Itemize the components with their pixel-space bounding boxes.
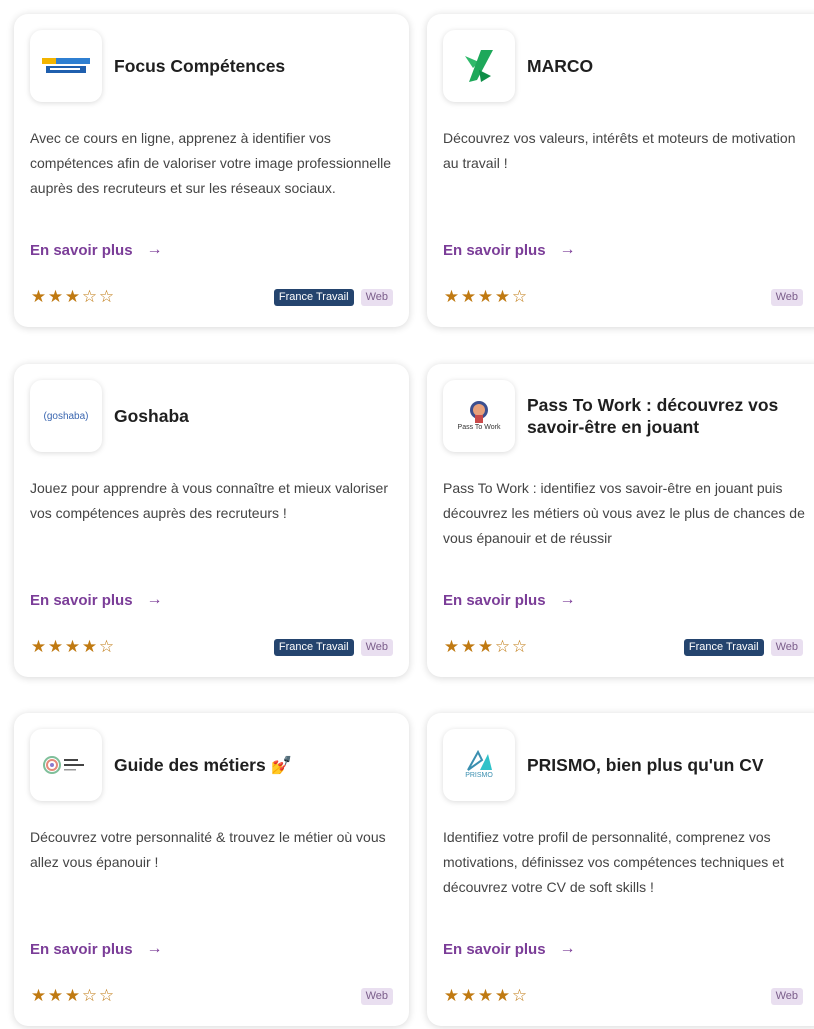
star-filled-icon: ★ — [81, 637, 98, 656]
card-pass-to-work: Pass To Work Pass To Work : découvrez vo… — [427, 364, 814, 677]
rating-stars: ★ ★ ★ ☆ ☆ — [443, 637, 528, 657]
learn-more-link[interactable]: En savoir plus → — [443, 238, 576, 262]
pass-to-work-logo-icon: Pass To Work — [443, 380, 515, 452]
guide-des-metiers-logo-icon — [30, 729, 102, 801]
star-filled-icon: ★ — [460, 287, 477, 306]
star-filled-icon: ★ — [64, 637, 81, 656]
learn-more-link[interactable]: En savoir plus → — [443, 937, 576, 961]
star-empty-icon: ☆ — [511, 637, 528, 656]
arrow-right-icon: → — [559, 241, 576, 258]
card-title: MARCO — [527, 56, 594, 76]
learn-more-label: En savoir plus — [443, 241, 546, 259]
star-filled-icon: ★ — [477, 287, 494, 306]
rating-stars: ★ ★ ★ ★ ☆ — [30, 637, 115, 657]
star-filled-icon: ★ — [460, 986, 477, 1005]
star-filled-icon: ★ — [494, 287, 511, 306]
star-filled-icon: ★ — [30, 986, 47, 1005]
star-empty-icon: ☆ — [98, 637, 115, 656]
goshaba-logo-text: (goshaba) — [43, 410, 89, 422]
star-filled-icon: ★ — [443, 287, 460, 306]
learn-more-label: En savoir plus — [30, 940, 133, 958]
badges: Web — [770, 289, 803, 306]
star-filled-icon: ★ — [47, 287, 64, 306]
card-description: Découvrez votre personnalité & trouvez l… — [30, 829, 386, 870]
learn-more-label: En savoir plus — [30, 241, 133, 259]
rating-stars: ★ ★ ★ ☆ ☆ — [30, 986, 115, 1006]
star-filled-icon: ★ — [460, 637, 477, 656]
star-empty-icon: ☆ — [81, 986, 98, 1005]
learn-more-link[interactable]: En savoir plus → — [30, 238, 163, 262]
badge-france-travail: France Travail — [273, 289, 354, 306]
star-filled-icon: ★ — [30, 637, 47, 656]
badge-web: Web — [770, 639, 803, 656]
badge-web: Web — [360, 289, 393, 306]
star-empty-icon: ☆ — [494, 637, 511, 656]
card-marco: MARCO Découvrez vos valeurs, intérêts et… — [427, 14, 814, 327]
learn-more-label: En savoir plus — [443, 591, 546, 609]
badges: France Travail Web — [683, 639, 803, 656]
arrow-right-icon: → — [559, 591, 576, 608]
goshaba-logo-icon: (goshaba) — [30, 380, 102, 452]
card-title: Focus Compétences — [114, 56, 286, 76]
prismo-logo-icon: PRISMO — [443, 729, 515, 801]
star-empty-icon: ☆ — [98, 986, 115, 1005]
card-title: Pass To Work : découvrez vos savoir-être… — [527, 395, 779, 437]
star-filled-icon: ★ — [443, 986, 460, 1005]
badges: Web — [770, 988, 803, 1005]
star-empty-icon: ☆ — [81, 287, 98, 306]
arrow-right-icon: → — [559, 940, 576, 957]
star-filled-icon: ★ — [494, 986, 511, 1005]
arrow-right-icon: → — [146, 591, 163, 608]
badges: France Travail Web — [273, 289, 393, 306]
badge-web: Web — [360, 988, 393, 1005]
card-description: Découvrez vos valeurs, intérêts et moteu… — [443, 130, 796, 171]
star-filled-icon: ★ — [47, 637, 64, 656]
marco-logo-icon — [443, 30, 515, 102]
rating-stars: ★ ★ ★ ☆ ☆ — [30, 287, 115, 307]
learn-more-link[interactable]: En savoir plus → — [30, 937, 163, 961]
rating-stars: ★ ★ ★ ★ ☆ — [443, 986, 528, 1006]
star-filled-icon: ★ — [477, 986, 494, 1005]
card-description: Pass To Work : identifiez vos savoir-êtr… — [443, 480, 805, 546]
star-filled-icon: ★ — [443, 637, 460, 656]
card-description: Jouez pour apprendre à vous connaître et… — [30, 480, 388, 521]
card-prismo: PRISMO PRISMO, bien plus qu'un CV Identi… — [427, 713, 814, 1026]
card-description: Identifiez votre profil de personnalité,… — [443, 829, 784, 895]
card-focus-competences: Focus Compétences Avec ce cours en ligne… — [14, 14, 409, 327]
star-filled-icon: ★ — [64, 287, 81, 306]
star-filled-icon: ★ — [477, 637, 494, 656]
star-filled-icon: ★ — [30, 287, 47, 306]
badges: Web — [360, 988, 393, 1005]
arrow-right-icon: → — [146, 241, 163, 258]
star-filled-icon: ★ — [47, 986, 64, 1005]
card-title: Guide des métiers 💅 — [114, 755, 293, 775]
badges: France Travail Web — [273, 639, 393, 656]
card-description: Avec ce cours en ligne, apprenez à ident… — [30, 130, 392, 196]
badge-france-travail: France Travail — [683, 639, 764, 656]
star-empty-icon: ☆ — [511, 986, 528, 1005]
badge-web: Web — [770, 988, 803, 1005]
rating-stars: ★ ★ ★ ★ ☆ — [443, 287, 528, 307]
learn-more-label: En savoir plus — [30, 591, 133, 609]
card-title: PRISMO, bien plus qu'un CV — [527, 755, 764, 775]
card-title: Goshaba — [114, 406, 189, 426]
star-empty-icon: ☆ — [511, 287, 528, 306]
arrow-right-icon: → — [146, 940, 163, 957]
learn-more-label: En savoir plus — [443, 940, 546, 958]
prismo-logo-text: PRISMO — [465, 772, 493, 779]
card-guide-des-metiers: Guide des métiers 💅 Découvrez votre pers… — [14, 713, 409, 1026]
badge-web: Web — [770, 289, 803, 306]
pass-to-work-logo-text: Pass To Work — [457, 424, 501, 431]
focus-competences-logo-icon — [30, 30, 102, 102]
badge-france-travail: France Travail — [273, 639, 354, 656]
learn-more-link[interactable]: En savoir plus → — [443, 588, 576, 612]
badge-web: Web — [360, 639, 393, 656]
learn-more-link[interactable]: En savoir plus → — [30, 588, 163, 612]
card-goshaba: (goshaba) Goshaba Jouez pour apprendre à… — [14, 364, 409, 677]
star-filled-icon: ★ — [64, 986, 81, 1005]
star-empty-icon: ☆ — [98, 287, 115, 306]
